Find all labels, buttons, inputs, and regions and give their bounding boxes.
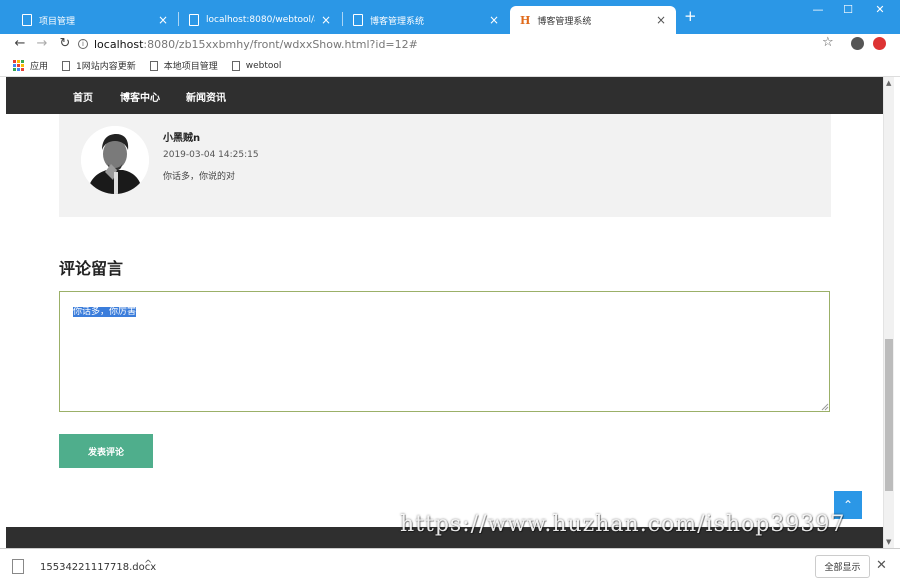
browser-tab-strip: 项目管理 × localhost:8080/webtool/all/inc × …: [0, 0, 900, 34]
account-icon[interactable]: [851, 37, 864, 50]
page-viewport: 首页 博客中心 新闻资讯 小黑贼n 2019-03-04 14:25:15 你话…: [6, 77, 883, 548]
tab-title: 博客管理系统: [370, 16, 425, 27]
tab-close-icon[interactable]: ×: [321, 14, 331, 26]
site-favicon-icon: H: [520, 13, 531, 27]
doc-icon: [231, 60, 240, 71]
back-arrow-icon[interactable]: ←: [11, 35, 29, 52]
resize-grip-icon[interactable]: [821, 403, 829, 411]
show-all-downloads-button[interactable]: 全部显示: [815, 555, 870, 578]
tab-close-icon[interactable]: ×: [158, 14, 168, 26]
download-bar: 15534221117718.docx ^ 全部显示 ✕: [0, 548, 900, 586]
scrollbar-thumb[interactable]: [885, 339, 893, 491]
chevron-up-icon: ⌃: [842, 498, 854, 512]
url-host: localhost: [94, 37, 144, 51]
tab-title: 项目管理: [39, 16, 76, 27]
bookmarks-bar: 应用 1网站内容更新 本地项目管理 webtool: [0, 55, 900, 77]
tab-project-manage[interactable]: 项目管理 ×: [12, 6, 178, 34]
bookmark-site-update[interactable]: 1网站内容更新: [62, 59, 136, 72]
site-navigation: 首页 博客中心 新闻资讯: [6, 77, 883, 114]
close-download-bar-icon[interactable]: ✕: [876, 558, 887, 573]
maximize-icon[interactable]: ☐: [838, 3, 858, 16]
tab-title: localhost:8080/webtool/all/inc: [206, 15, 315, 25]
extension-icon[interactable]: [873, 37, 886, 50]
page-icon: [353, 14, 363, 26]
comment-timestamp: 2019-03-04 14:25:15: [163, 150, 259, 160]
tab-webtool[interactable]: localhost:8080/webtool/all/inc ×: [179, 6, 341, 34]
info-icon[interactable]: i: [78, 39, 88, 49]
nav-blog-center[interactable]: 博客中心: [120, 89, 160, 104]
page-icon: [22, 14, 32, 26]
section-title: 评论留言: [59, 259, 124, 278]
comment-text: 你话多，你说的对: [163, 172, 236, 182]
bookmark-label: 应用: [30, 62, 49, 72]
bookmark-local-projects[interactable]: 本地项目管理: [149, 59, 218, 72]
tab-blog-system-active[interactable]: H 博客管理系统 ×: [510, 6, 676, 34]
scroll-up-arrow-icon[interactable]: ▲: [886, 79, 891, 87]
doc-icon: [62, 60, 71, 71]
doc-icon: [149, 60, 158, 71]
comment-input-value: 你话多，你厉害: [73, 307, 137, 317]
tab-blog-system[interactable]: 博客管理系统 ×: [343, 6, 509, 34]
chevron-up-icon[interactable]: ^: [144, 559, 152, 570]
comment-item: 小黑贼n 2019-03-04 14:25:15 你话多，你说的对: [59, 114, 831, 217]
bookmark-label: 本地项目管理: [163, 62, 218, 72]
tab-title: 博客管理系统: [537, 16, 592, 27]
file-icon: [12, 559, 24, 574]
page-scrollbar[interactable]: ▲ ▼: [883, 77, 894, 548]
address-bar[interactable]: i localhost :8080/zb15xxbmhy/front/wdxxS…: [78, 35, 844, 53]
submit-comment-button[interactable]: 发表评论: [59, 434, 153, 468]
tab-close-icon[interactable]: ×: [656, 14, 666, 26]
bookmark-star-icon[interactable]: ☆: [822, 35, 834, 50]
nav-home[interactable]: 首页: [73, 89, 93, 104]
watermark-text: https://www.huzhan.com/ishop39397: [400, 512, 846, 537]
tab-close-icon[interactable]: ×: [489, 14, 499, 26]
new-tab-button[interactable]: +: [684, 9, 697, 24]
window-close-icon[interactable]: ✕: [870, 3, 890, 16]
comment-textarea[interactable]: 你话多，你厉害: [59, 291, 830, 412]
nav-news[interactable]: 新闻资讯: [186, 89, 226, 104]
bookmark-apps[interactable]: 应用: [13, 59, 48, 72]
browser-toolbar: ← → ↻ i localhost :8080/zb15xxbmhy/front…: [0, 34, 900, 55]
bookmark-label: 1网站内容更新: [76, 62, 136, 72]
apps-grid-icon: [13, 60, 24, 71]
reload-icon[interactable]: ↻: [56, 35, 74, 52]
minimize-icon[interactable]: —: [808, 3, 828, 16]
url-path: :8080/zb15xxbmhy/front/wdxxShow.html?id=…: [143, 37, 418, 51]
bookmark-label: webtool: [245, 60, 282, 71]
scroll-down-arrow-icon[interactable]: ▼: [886, 538, 891, 546]
forward-arrow-icon[interactable]: →: [33, 35, 51, 52]
comment-author: 小黑贼n: [163, 133, 201, 144]
bookmark-webtool[interactable]: webtool: [231, 60, 282, 71]
avatar: [81, 126, 149, 194]
page-icon: [189, 14, 199, 26]
download-file-name[interactable]: 15534221117718.docx: [40, 562, 156, 573]
